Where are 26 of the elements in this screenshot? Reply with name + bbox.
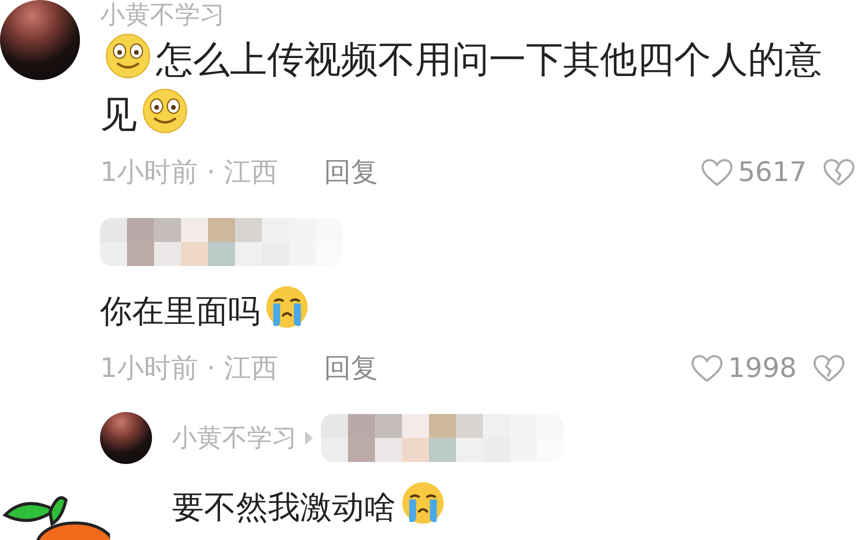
username[interactable]: 小黄不学习 <box>172 423 297 453</box>
comment-time: 1小时前 · 江西 <box>100 352 278 386</box>
reply-arrow-icon <box>305 431 313 445</box>
broken-heart-icon <box>812 352 846 384</box>
heart-icon <box>690 352 724 384</box>
comment-text: 怎么上传视频不用问一下其他四个人的意 <box>156 38 822 81</box>
dislike-button[interactable] <box>822 156 856 188</box>
reply-link[interactable]: 回复 <box>324 154 378 190</box>
avatar[interactable] <box>100 412 152 464</box>
comment-text: 你在里面吗 <box>100 292 260 330</box>
crying-face-icon <box>264 284 310 330</box>
dislike-button[interactable] <box>812 352 846 384</box>
like-count: 5617 <box>738 156 808 188</box>
smiling-face-icon <box>141 87 189 135</box>
reply-link[interactable]: 回复 <box>324 350 378 386</box>
comment-text: 见 <box>100 93 137 136</box>
comment-time: 1小时前 · 江西 <box>100 156 278 190</box>
like-button[interactable] <box>700 156 734 188</box>
heart-icon <box>700 156 734 188</box>
username[interactable]: 小黄不学习 <box>100 0 856 30</box>
crying-face-icon <box>400 480 446 526</box>
like-count: 1998 <box>728 352 798 384</box>
comment-text: 要不然我激动啥 <box>172 488 396 526</box>
like-button[interactable] <box>690 352 724 384</box>
broken-heart-icon <box>822 156 856 188</box>
smiling-face-icon <box>104 32 152 80</box>
